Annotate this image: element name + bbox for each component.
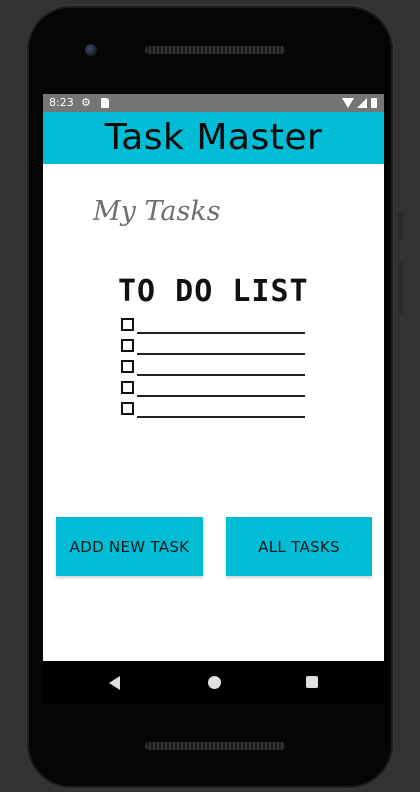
todo-line xyxy=(137,374,305,376)
sd-card-icon xyxy=(101,98,109,108)
todo-row xyxy=(121,400,305,418)
todo-line xyxy=(137,416,305,418)
gear-icon: ⚙ xyxy=(81,96,91,109)
todo-line xyxy=(137,332,305,334)
todo-row xyxy=(121,316,305,334)
bottom-speaker xyxy=(145,742,285,750)
front-camera xyxy=(85,44,97,56)
todo-list-title: TO DO LIST xyxy=(118,274,309,309)
my-tasks-heading: My Tasks xyxy=(93,196,221,227)
status-bar: 8:23 ⚙ xyxy=(43,94,384,112)
status-time: 8:23 xyxy=(49,96,74,109)
wifi-icon xyxy=(342,98,354,108)
checkbox-icon xyxy=(121,318,134,331)
todo-line xyxy=(137,353,305,355)
todo-line xyxy=(137,395,305,397)
checkbox-icon xyxy=(121,402,134,415)
todo-row xyxy=(121,358,305,376)
app-title: Task Master xyxy=(104,117,323,158)
checkbox-icon xyxy=(121,360,134,373)
checkbox-icon xyxy=(121,339,134,352)
app-bar: Task Master xyxy=(43,112,384,164)
home-icon[interactable] xyxy=(208,676,221,689)
volume-button xyxy=(398,262,403,314)
navigation-bar xyxy=(43,661,384,705)
todo-row xyxy=(121,379,305,397)
add-new-task-button[interactable]: ADD NEW TASK xyxy=(56,517,203,576)
checkbox-icon xyxy=(121,381,134,394)
todo-row xyxy=(121,337,305,355)
battery-icon xyxy=(371,98,377,108)
back-icon[interactable] xyxy=(109,676,120,690)
earpiece-speaker xyxy=(145,46,285,54)
all-tasks-button[interactable]: ALL TASKS xyxy=(226,517,372,576)
recents-icon[interactable] xyxy=(306,676,318,688)
power-button xyxy=(398,212,403,240)
signal-icon xyxy=(357,98,367,108)
app-screen: 8:23 ⚙ Task Master My Tasks TO DO LIST A… xyxy=(43,94,384,661)
